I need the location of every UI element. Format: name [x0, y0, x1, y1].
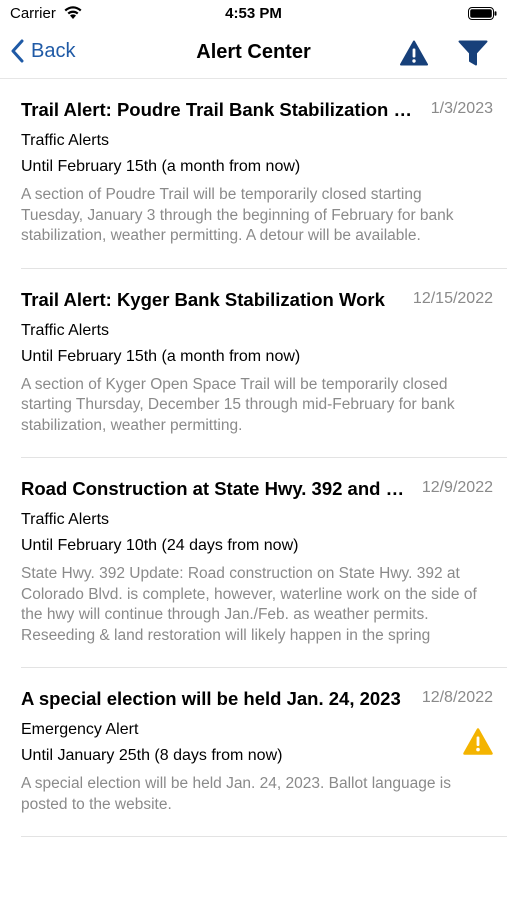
alert-title: Trail Alert: Kyger Bank Stabilization Wo… — [21, 288, 385, 310]
alert-description: A section of Kyger Open Space Trail will… — [21, 375, 455, 434]
alert-date: 12/15/2022 — [412, 289, 493, 307]
alert-date: 1/3/2023 — [430, 100, 493, 117]
alert-until: Until February 15th (a month from now) — [21, 347, 301, 365]
warning-icon[interactable] — [400, 40, 428, 66]
alert-item[interactable]: Trail Alert: Kyger Bank Stabilization Wo… — [0, 269, 507, 458]
alert-category: Traffic Alerts — [21, 132, 110, 149]
alert-title: Trail Alert: Poudre Trail Bank Stabiliza… — [21, 99, 416, 120]
warning-icon — [463, 728, 493, 755]
alert-category: Traffic Alerts — [21, 511, 110, 528]
separator — [21, 836, 507, 837]
alert-category: Emergency Alert — [21, 721, 139, 738]
page-title: Alert Center — [196, 41, 311, 63]
alert-title: A special election will be held Jan. 24,… — [21, 688, 401, 709]
alert-list: Trail Alert: Poudre Trail Bank Stabiliza… — [0, 79, 507, 837]
alert-date: 12/9/2022 — [421, 479, 493, 496]
alert-description: State Hwy. 392 Update: Road construction… — [21, 565, 477, 644]
alert-item[interactable]: A special election will be held Jan. 24,… — [0, 668, 507, 836]
alert-until: Until January 25th (8 days from now) — [21, 747, 283, 764]
alert-category: Traffic Alerts — [21, 321, 110, 339]
navigation-bar: Back Alert Center — [0, 28, 507, 79]
alert-title: Road Construction at State Hwy. 392 and … — [21, 478, 416, 499]
filter-icon[interactable] — [458, 40, 488, 66]
alert-date: 12/8/2022 — [421, 689, 493, 706]
status-bar: Carrier 4:53 PM — [0, 0, 507, 28]
alert-description: A section of Poudre Trail will be tempor… — [21, 186, 454, 244]
alert-item[interactable]: Road Construction at State Hwy. 392 and … — [0, 458, 507, 667]
alert-until: Until February 15th (a month from now) — [21, 158, 301, 175]
alert-until: Until February 10th (24 days from now) — [21, 537, 299, 554]
alert-item[interactable]: Trail Alert: Poudre Trail Bank Stabiliza… — [0, 79, 507, 268]
alert-description: A special election will be held Jan. 24,… — [21, 775, 451, 813]
status-time: 4:53 PM — [225, 5, 282, 22]
battery-icon — [468, 7, 497, 20]
